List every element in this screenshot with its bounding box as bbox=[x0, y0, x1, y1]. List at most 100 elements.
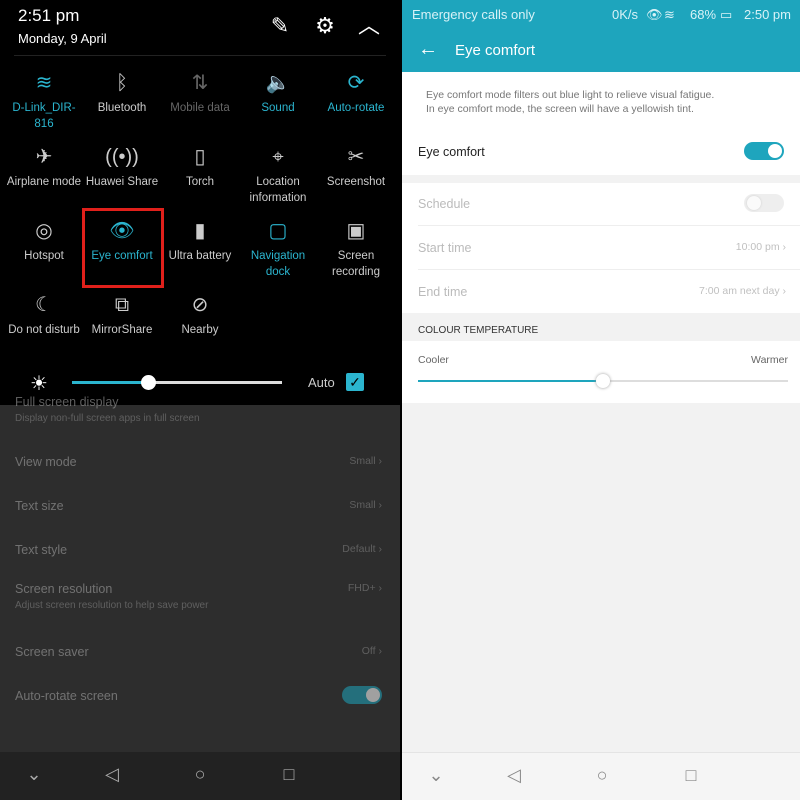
auto-brightness-checkbox[interactable]: ✓ bbox=[346, 373, 364, 391]
torch-icon: ▯ bbox=[194, 146, 206, 168]
tile-label: Hotspot bbox=[24, 250, 64, 262]
settings-row[interactable]: Screen saver Off › bbox=[15, 645, 382, 659]
mirrorshare-icon: ⧉ bbox=[114, 294, 130, 316]
colour-temperature-slider[interactable] bbox=[418, 374, 788, 388]
tile-screen-recording[interactable]: ▣ Screen recording bbox=[317, 218, 395, 280]
cooler-label: Cooler bbox=[418, 354, 449, 366]
setting-label: Screen resolution bbox=[15, 582, 113, 596]
airplane-icon: ✈ bbox=[35, 146, 53, 168]
screen-recording-icon: ▣ bbox=[346, 220, 366, 242]
setting-label: Screen saver bbox=[15, 645, 89, 659]
tile-torch[interactable]: ▯ Torch bbox=[161, 144, 239, 190]
tile-label: Screen recording bbox=[332, 250, 380, 278]
navigation-dock-icon: ▢ bbox=[268, 220, 288, 242]
tile-screenshot[interactable]: ✂ Screenshot bbox=[317, 144, 395, 190]
battery-icon: ▮ bbox=[194, 220, 206, 242]
back-icon[interactable]: ◁ bbox=[100, 764, 124, 785]
tile-label: Ultra battery bbox=[168, 250, 232, 262]
tile-label: Auto-rotate bbox=[327, 102, 385, 114]
nav-bar: ⌄ ◁ ○ □ bbox=[0, 752, 400, 800]
brightness-icon: ☀ bbox=[30, 373, 48, 395]
tile-label: Bluetooth bbox=[97, 102, 147, 114]
chevron-up-icon[interactable]: ︿ bbox=[357, 14, 381, 38]
settings-row[interactable]: Text size Small › bbox=[15, 499, 382, 513]
edit-icon[interactable]: ✎ bbox=[268, 14, 292, 38]
tile-auto-rotate[interactable]: ⟳ Auto-rotate bbox=[317, 70, 395, 116]
status-time: 2:50 pm bbox=[744, 7, 791, 22]
start-time-value[interactable]: 10:00 pm › bbox=[736, 241, 786, 253]
setting-label: Text size bbox=[15, 499, 64, 513]
brightness-slider[interactable] bbox=[72, 375, 282, 390]
home-icon[interactable]: ○ bbox=[590, 765, 614, 786]
tile-d-link-dir-816[interactable]: ≋ D-Link_DIR-816 bbox=[5, 70, 83, 132]
tile-airplane-mode[interactable]: ✈ Airplane mode bbox=[5, 144, 83, 190]
tile-location-information[interactable]: ⌖ Location information bbox=[239, 144, 317, 206]
tile-sound[interactable]: 🔈 Sound bbox=[239, 70, 317, 116]
toggle[interactable] bbox=[342, 686, 382, 704]
back-arrow-icon[interactable]: ← bbox=[418, 38, 438, 61]
end-time-value[interactable]: 7:00 am next day › bbox=[699, 285, 786, 297]
home-icon[interactable]: ○ bbox=[188, 764, 212, 785]
tile-hotspot[interactable]: ◎ Hotspot bbox=[5, 218, 83, 264]
setting-label: Text style bbox=[15, 543, 68, 557]
bluetooth-icon: ᛒ bbox=[116, 72, 128, 94]
settings-row[interactable]: Screen resolution Adjust screen resolutio… bbox=[15, 582, 382, 611]
tile-label: Do not disturb bbox=[8, 324, 80, 336]
start-time-label[interactable]: Start time bbox=[418, 241, 472, 255]
tile-label: D-Link_DIR-816 bbox=[12, 102, 76, 130]
eye-comfort-toggle[interactable] bbox=[744, 142, 784, 160]
chevron-down-icon[interactable]: ⌄ bbox=[424, 765, 448, 786]
tile-nearby[interactable]: ⊘ Nearby bbox=[161, 292, 239, 338]
end-time-label[interactable]: End time bbox=[418, 285, 467, 299]
setting-label: View mode bbox=[15, 455, 77, 469]
tile-huawei-share[interactable]: ((•)) Huawei Share bbox=[83, 144, 161, 190]
moon-icon: ☾ bbox=[35, 294, 53, 316]
tile-label: Nearby bbox=[181, 324, 219, 336]
screenshot-icon: ✂ bbox=[347, 146, 365, 168]
right-screen: Emergency calls only 0K/s 👁 ≋ 68% ▭ 2:50… bbox=[402, 0, 800, 800]
hotspot-icon: ◎ bbox=[35, 220, 53, 242]
settings-row[interactable]: Full screen display Display non-full scre… bbox=[15, 395, 382, 424]
tile-label: Navigation dock bbox=[250, 250, 306, 278]
tile-label: Screenshot bbox=[326, 176, 386, 188]
left-screen: 2:51 pm Monday, 9 April ✎ ⚙ ︿ ≋ D-Link_DI… bbox=[0, 0, 400, 800]
clock: 2:51 pm bbox=[18, 6, 80, 25]
tile-navigation-dock[interactable]: ▢ Navigation dock bbox=[239, 218, 317, 280]
tile-mirrorshare[interactable]: ⧉ MirrorShare bbox=[83, 292, 161, 338]
setting-label: Full screen display bbox=[15, 395, 119, 409]
setting-subtitle: Display non-full screen apps in full scr… bbox=[15, 413, 200, 424]
nearby-icon: ⊘ bbox=[191, 294, 209, 316]
battery-percent: 68% bbox=[690, 7, 717, 22]
slider-handle[interactable] bbox=[596, 374, 610, 388]
tile-do-not-disturb[interactable]: ☾ Do not disturb bbox=[5, 292, 83, 338]
settings-row[interactable]: View mode Small › bbox=[15, 455, 382, 469]
divider bbox=[14, 55, 386, 56]
tile-mobile-data[interactable]: ⇅ Mobile data bbox=[161, 70, 239, 116]
recents-icon[interactable]: □ bbox=[277, 764, 301, 785]
auto-rotate-icon: ⟳ bbox=[347, 72, 365, 94]
recents-icon[interactable]: □ bbox=[679, 765, 703, 786]
tile-label: Torch bbox=[185, 176, 215, 188]
schedule-label: Schedule bbox=[418, 197, 471, 211]
schedule-toggle[interactable] bbox=[744, 194, 784, 212]
location-icon: ⌖ bbox=[272, 146, 284, 168]
description-line: Eye comfort mode filters out blue light … bbox=[426, 89, 715, 101]
colour-temperature-heading: COLOUR TEMPERATURE bbox=[418, 325, 539, 336]
tile-label: Mobile data bbox=[170, 102, 230, 114]
tile-ultra-battery[interactable]: ▮ Ultra battery bbox=[161, 218, 239, 264]
slider-handle[interactable] bbox=[140, 375, 156, 390]
colour-temperature-card: Cooler Warmer bbox=[402, 341, 800, 403]
sound-icon: 🔈 bbox=[265, 72, 291, 94]
settings-row[interactable]: Auto-rotate screen bbox=[15, 686, 382, 704]
network-speed: 0K/s bbox=[612, 7, 639, 22]
tile-label: MirrorShare bbox=[91, 324, 153, 336]
setting-subtitle: Adjust screen resolution to help save po… bbox=[15, 600, 209, 611]
settings-row[interactable]: Text style Default › bbox=[15, 543, 382, 557]
auto-label: Auto bbox=[308, 375, 335, 390]
chevron-down-icon[interactable]: ⌄ bbox=[22, 764, 46, 785]
back-icon[interactable]: ◁ bbox=[502, 765, 526, 786]
tile-bluetooth[interactable]: ᛒ Bluetooth bbox=[83, 70, 161, 116]
schedule-card: Schedule Start time 10:00 pm › End time … bbox=[402, 183, 800, 313]
setting-value: Small › bbox=[349, 455, 382, 467]
gear-icon[interactable]: ⚙ bbox=[313, 14, 337, 38]
